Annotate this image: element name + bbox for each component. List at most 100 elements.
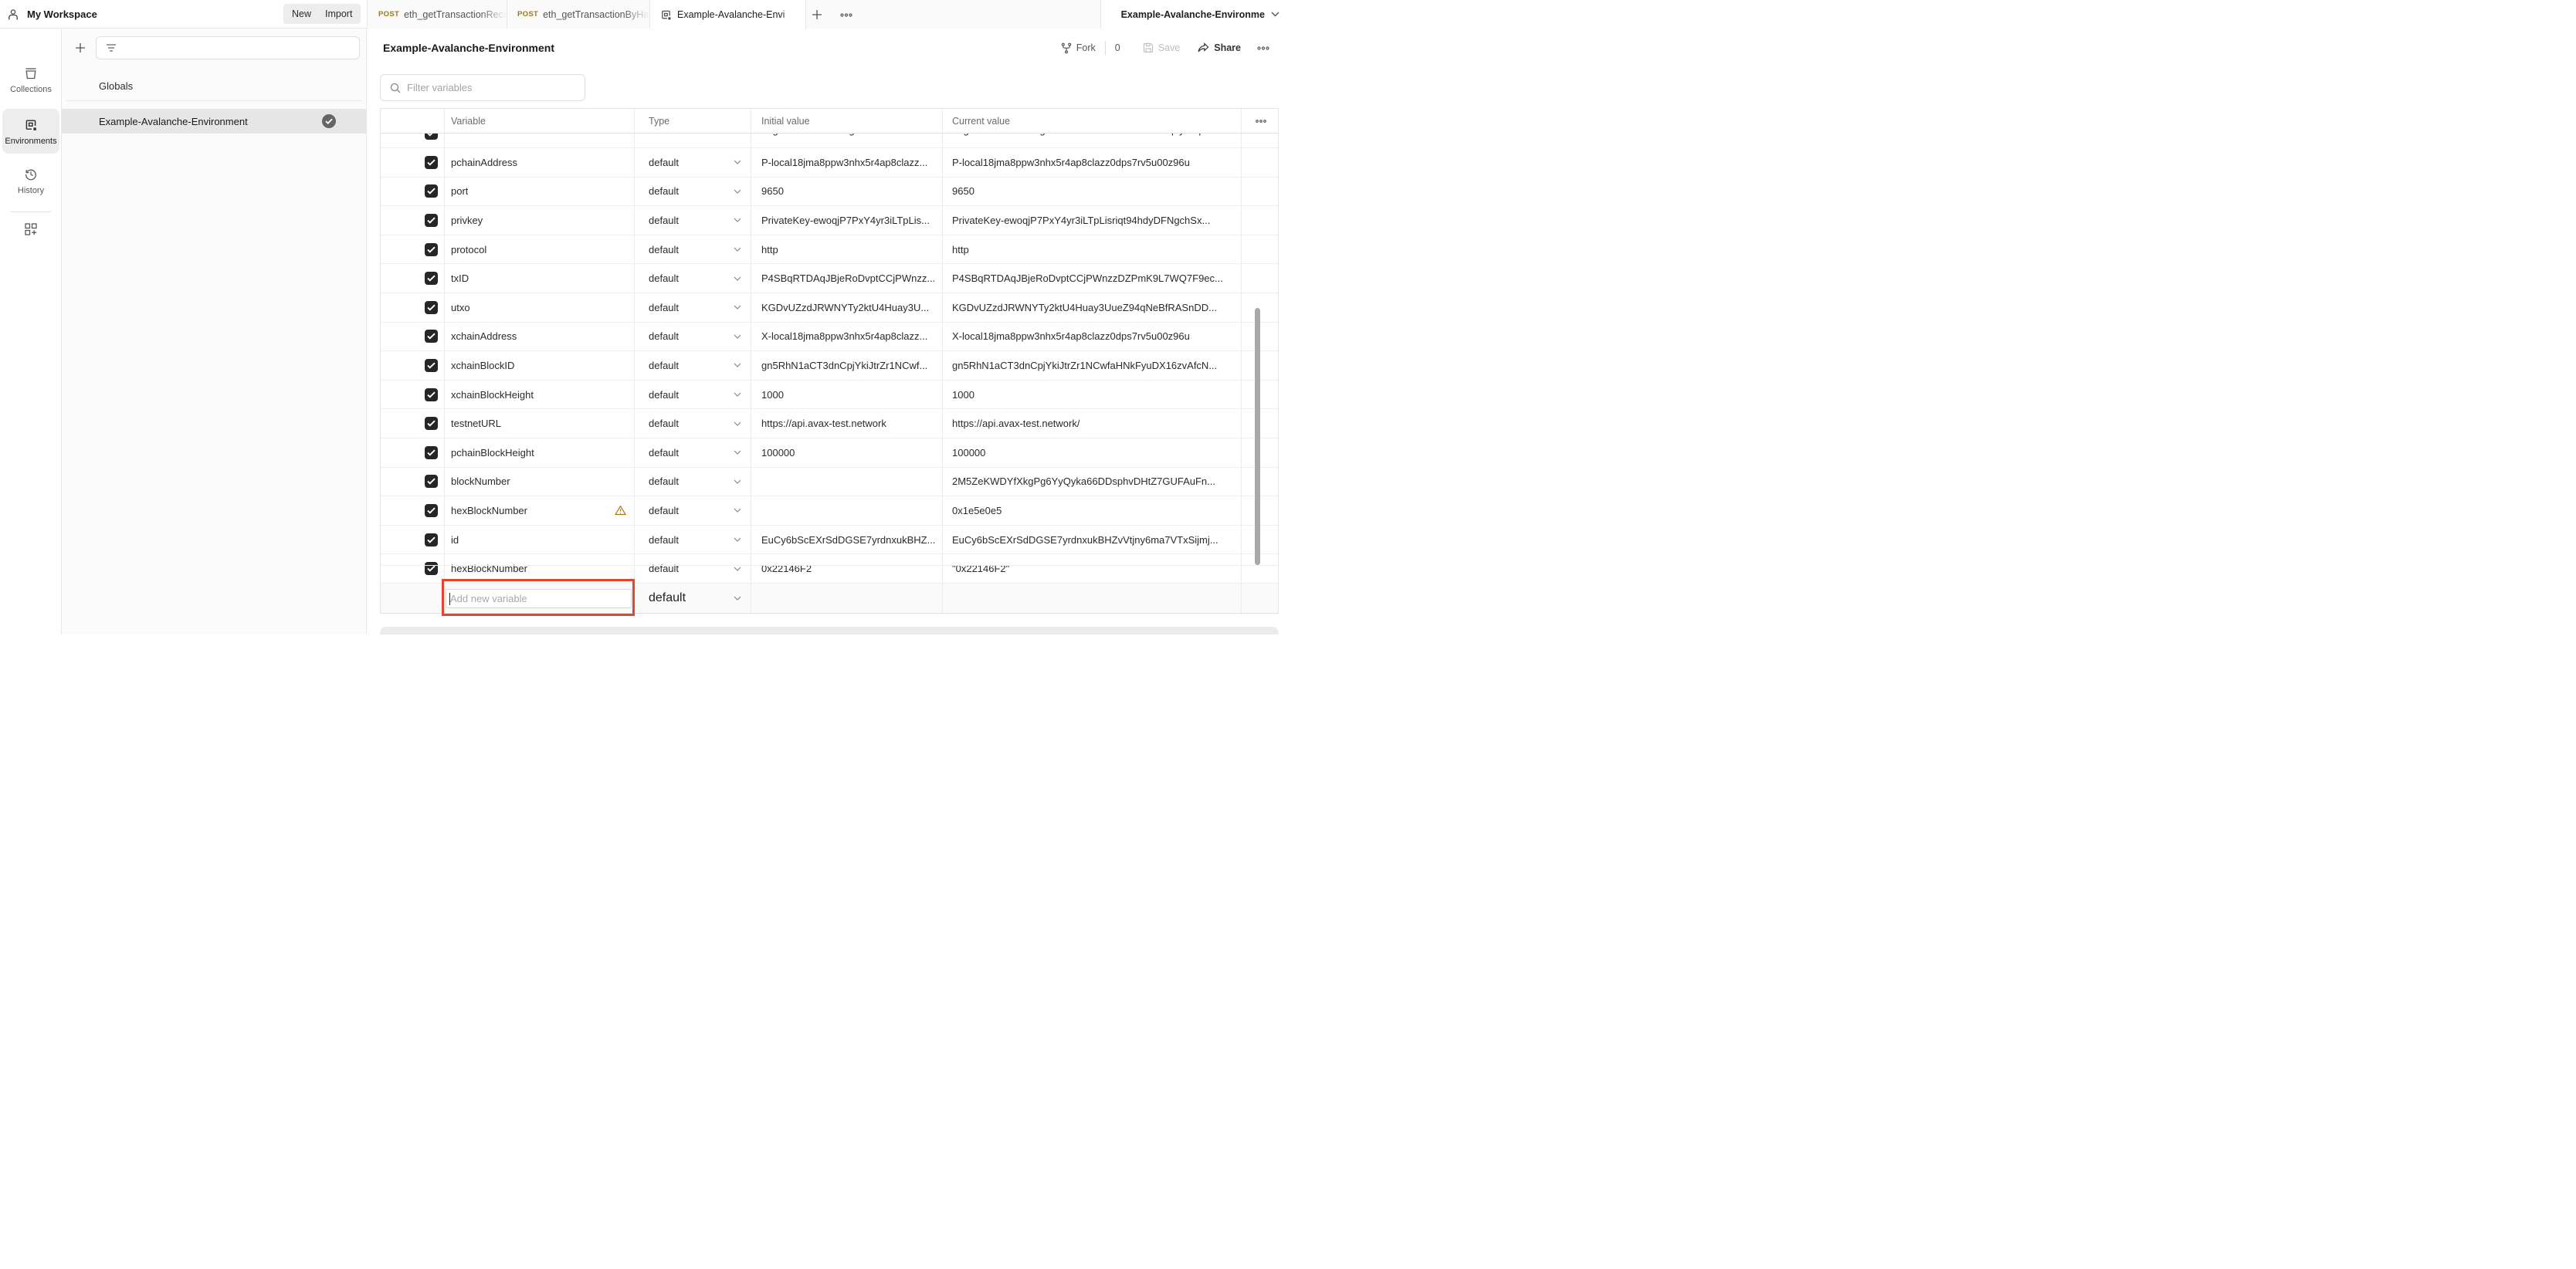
row-checkbox[interactable] bbox=[425, 504, 438, 517]
row-checkbox[interactable] bbox=[425, 417, 438, 430]
current-value-cell[interactable]: http bbox=[942, 235, 1241, 264]
fork-count[interactable]: 0 bbox=[1115, 42, 1120, 53]
current-value-cell[interactable]: https://api.avax-test.network/ bbox=[942, 409, 1241, 438]
configure-blocks-icon[interactable] bbox=[22, 220, 40, 239]
variable-name-cell[interactable]: pchainBlockHeight bbox=[444, 438, 634, 467]
filter-variables-input[interactable] bbox=[407, 82, 561, 93]
active-environment-check-badge[interactable] bbox=[322, 114, 336, 128]
share-button[interactable]: Share bbox=[1198, 42, 1241, 53]
add-environment-button[interactable] bbox=[71, 39, 90, 57]
variable-name-cell[interactable]: port bbox=[444, 178, 634, 206]
current-value-cell[interactable]: KGDvUZzdJRWNYTy2ktU4Huay3UueZ94qNeBfRASn… bbox=[942, 293, 1241, 322]
variable-type-cell[interactable]: default bbox=[634, 554, 751, 583]
row-checkbox[interactable] bbox=[425, 214, 438, 227]
initial-value-cell[interactable]: https://api.avax-test.network bbox=[751, 409, 942, 438]
initial-value-cell[interactable]: 0x22146F2 bbox=[751, 554, 942, 583]
current-value-cell[interactable]: PrivateKey-ewoqjP7PxY4yr3iLTpLisriqt94hd… bbox=[942, 206, 1241, 235]
current-value-cell[interactable]: gn5RhN1aCT3dnCpjYkiJtrZr1NCwfaHNkFyuDX16… bbox=[942, 351, 1241, 380]
row-checkbox[interactable] bbox=[425, 359, 438, 372]
sidebar-item-collections[interactable]: Collections bbox=[2, 61, 59, 100]
variable-name-cell[interactable]: blockNumber bbox=[444, 468, 634, 496]
initial-value-cell[interactable]: gn5RhN1aCT3dnCpjYkiJtrZr1NCwf... bbox=[751, 351, 942, 380]
initial-value-cell[interactable]: http bbox=[751, 235, 942, 264]
initial-value-cell[interactable] bbox=[751, 468, 942, 496]
add-variable-input-box[interactable] bbox=[446, 589, 632, 608]
fork-button[interactable]: Fork bbox=[1061, 42, 1096, 54]
row-checkbox[interactable] bbox=[425, 272, 438, 285]
sidebar-filter-box[interactable] bbox=[96, 36, 360, 59]
variable-type-cell[interactable]: default bbox=[634, 438, 751, 467]
current-value-cell[interactable]: 1000 bbox=[942, 381, 1241, 409]
import-button[interactable]: Import bbox=[317, 4, 361, 24]
row-checkbox[interactable] bbox=[425, 301, 438, 314]
variable-name-cell[interactable]: txID bbox=[444, 264, 634, 293]
variable-type-cell[interactable]: default bbox=[634, 178, 751, 206]
variable-type-cell[interactable]: default bbox=[634, 148, 751, 177]
variable-type-cell[interactable]: default bbox=[634, 264, 751, 293]
initial-value-cell[interactable] bbox=[751, 496, 942, 525]
row-checkbox[interactable] bbox=[425, 562, 438, 575]
row-checkbox[interactable] bbox=[425, 156, 438, 169]
variable-type-cell[interactable]: default bbox=[634, 496, 751, 525]
row-checkbox[interactable] bbox=[425, 243, 438, 256]
environment-quick-selector[interactable]: Example-Avalanche-Environme bbox=[1100, 0, 1289, 29]
variable-type-cell[interactable]: default bbox=[634, 235, 751, 264]
variable-type-cell[interactable]: default bbox=[634, 351, 751, 380]
new-button[interactable]: New bbox=[283, 4, 320, 24]
sidebar-item-environments[interactable]: Environments bbox=[2, 109, 59, 154]
column-options-button[interactable] bbox=[1241, 109, 1280, 133]
variable-name-cell[interactable]: hexBlockNumber bbox=[444, 554, 634, 583]
more-actions-button[interactable] bbox=[1257, 46, 1269, 50]
current-value-cell[interactable]: 100000 bbox=[942, 438, 1241, 467]
vertical-scrollbar-thumb[interactable] bbox=[1255, 308, 1260, 565]
variable-name-cell[interactable]: hexBlockNumber bbox=[444, 496, 634, 525]
row-checkbox[interactable] bbox=[425, 330, 438, 343]
sidebar-item-environment[interactable]: Example-Avalanche-Environment bbox=[62, 109, 367, 134]
sidebar-item-globals[interactable]: Globals bbox=[62, 71, 367, 100]
row-checkbox[interactable] bbox=[425, 388, 438, 401]
variable-name-cell[interactable]: memo bbox=[444, 134, 634, 147]
variable-type-cell[interactable]: default bbox=[634, 293, 751, 322]
initial-value-cell[interactable]: PrivateKey-ewoqjP7PxY4yr3iLTpLis... bbox=[751, 206, 942, 235]
current-value-cell[interactable] bbox=[942, 584, 1241, 613]
variable-type-cell[interactable]: default bbox=[634, 134, 751, 147]
tab-environment-active[interactable]: Example-Avalanche-Envi bbox=[650, 0, 806, 29]
variable-type-cell[interactable]: default bbox=[634, 526, 751, 554]
new-tab-button[interactable] bbox=[808, 5, 826, 24]
current-value-cell[interactable]: P-local18jma8ppw3nhx5r4ap8clazz0dps7rv5u… bbox=[942, 148, 1241, 177]
add-variable-input[interactable] bbox=[450, 593, 624, 604]
initial-value-cell[interactable]: EuCy6bScEXrSdDGSE7yrdnxukBHZ... bbox=[751, 526, 942, 554]
row-checkbox[interactable] bbox=[425, 533, 438, 547]
workspace-name[interactable]: My Workspace bbox=[27, 8, 97, 20]
initial-value-cell[interactable]: P-local18jma8ppw3nhx5r4ap8clazz... bbox=[751, 148, 942, 177]
variable-name-cell[interactable]: pchainAddress bbox=[444, 148, 634, 177]
filter-variables-box[interactable] bbox=[380, 74, 585, 101]
variable-name-cell[interactable]: testnetURL bbox=[444, 409, 634, 438]
current-value-cell[interactable]: 2M5ZeKWDYfXkgPg6YyQyka66DDsphvDHtZ7GUFAu… bbox=[942, 468, 1241, 496]
sidebar-item-history[interactable]: History bbox=[2, 161, 59, 201]
row-checkbox[interactable] bbox=[425, 475, 438, 488]
variable-name-cell[interactable]: id bbox=[444, 526, 634, 554]
initial-value-cell[interactable]: 2ugSciZmRsVM7YfgeJ7YhZW0Gr8ucnmKbu... bbox=[751, 134, 942, 147]
initial-value-cell[interactable]: 100000 bbox=[751, 438, 942, 467]
current-value-cell[interactable]: X-local18jma8ppw3nhx5r4ap8clazz0dps7rv5u… bbox=[942, 323, 1241, 351]
variable-type-cell[interactable]: default bbox=[634, 584, 751, 613]
variable-name-cell[interactable]: utxo bbox=[444, 293, 634, 322]
initial-value-cell[interactable]: 1000 bbox=[751, 381, 942, 409]
variable-name-cell[interactable]: xchainAddress bbox=[444, 323, 634, 351]
row-checkbox[interactable] bbox=[425, 184, 438, 198]
tab-options-button[interactable] bbox=[837, 5, 856, 24]
variable-name-cell[interactable]: privkey bbox=[444, 206, 634, 235]
current-value-cell[interactable]: 9650 bbox=[942, 178, 1241, 206]
user-avatar-icon[interactable] bbox=[7, 8, 19, 21]
initial-value-cell[interactable]: KGDvUZzdJRWNYTy2ktU4Huay3U... bbox=[751, 293, 942, 322]
tab-eth-getTransactionByHash[interactable]: POST eth_getTransactionByHa bbox=[507, 0, 650, 29]
initial-value-cell[interactable]: P4SBqRTDAqJBjeRoDvptCCjPWnzz... bbox=[751, 264, 942, 293]
tab-eth-getTransactionReceipt[interactable]: POST eth_getTransactionRece bbox=[368, 0, 507, 29]
row-checkbox[interactable] bbox=[425, 134, 438, 140]
initial-value-cell[interactable]: X-local18jma8ppw3nhx5r4ap8clazz... bbox=[751, 323, 942, 351]
current-value-cell[interactable]: P4SBqRTDAqJBjeRoDvptCCjPWnzzDZPmK9L7WQ7F… bbox=[942, 264, 1241, 293]
variable-name-cell[interactable]: xchainBlockID bbox=[444, 351, 634, 380]
current-value-cell[interactable]: EuCy6bScEXrSdDGSE7yrdnxukBHZvVtjny6ma7VT… bbox=[942, 526, 1241, 554]
current-value-cell[interactable]: 0x1e5e0e5 bbox=[942, 496, 1241, 525]
